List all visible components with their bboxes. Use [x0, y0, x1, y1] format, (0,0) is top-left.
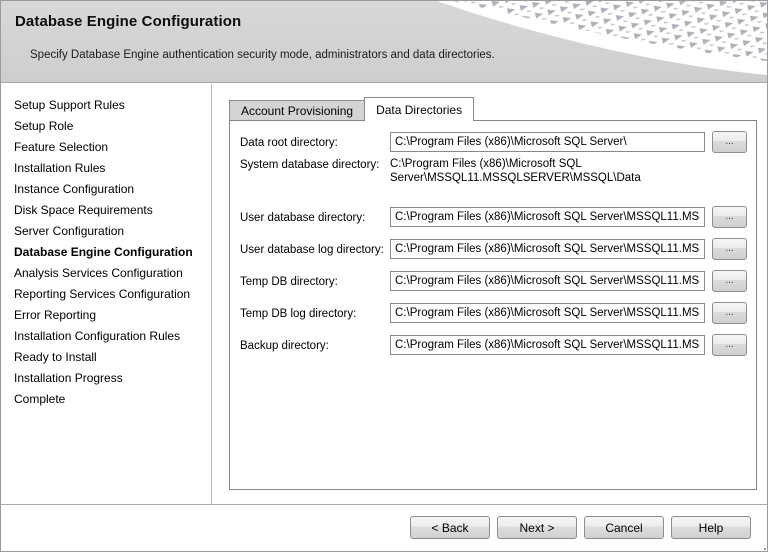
sidebar-item-database-engine-configuration[interactable]: Database Engine Configuration	[14, 242, 207, 263]
page-title: Database Engine Configuration	[15, 13, 242, 30]
sidebar-item-feature-selection[interactable]: Feature Selection	[14, 137, 207, 158]
sidebar-item-disk-space-requirements[interactable]: Disk Space Requirements	[14, 200, 207, 221]
temp-db-log-directory-label: Temp DB log directory:	[240, 308, 357, 320]
user-database-log-directory-label: User database log directory:	[240, 244, 384, 256]
help-button[interactable]: Help	[671, 516, 751, 539]
temp-db-directory-label: Temp DB directory:	[240, 276, 338, 288]
main-content: Account Provisioning Data Directories Dat…	[213, 84, 767, 504]
backup-directory-label: Backup directory:	[240, 340, 329, 352]
header-decoration-pattern	[437, 1, 767, 75]
form-rows: Data root directory:... System database d…	[240, 131, 747, 356]
form-row-user-database-log-directory: User database log directory:...	[240, 238, 747, 260]
sidebar-item-installation-rules[interactable]: Installation Rules	[14, 158, 207, 179]
sidebar-item-error-reporting[interactable]: Error Reporting	[14, 305, 207, 326]
footer-buttons: < Back Next > Cancel Help	[410, 516, 751, 539]
form-row-temp-db-directory: Temp DB directory:...	[240, 270, 747, 292]
cancel-button[interactable]: Cancel	[584, 516, 664, 539]
form-row-user-database-directory: User database directory:...	[240, 206, 747, 228]
sidebar-item-installation-progress[interactable]: Installation Progress	[14, 368, 207, 389]
user-database-directory-label: User database directory:	[240, 212, 366, 224]
sidebar-item-server-configuration[interactable]: Server Configuration	[14, 221, 207, 242]
backup-directory-browse-button[interactable]: ...	[712, 334, 747, 356]
page-subtitle: Specify Database Engine authentication s…	[30, 49, 495, 61]
sidebar-item-ready-to-install[interactable]: Ready to Install	[14, 347, 207, 368]
tab-bar: Account Provisioning Data Directories	[229, 97, 475, 121]
temp-db-log-directory-browse-button[interactable]: ...	[712, 302, 747, 324]
sidebar-item-reporting-services-configuration[interactable]: Reporting Services Configuration	[14, 284, 207, 305]
resize-grip-icon[interactable]	[760, 544, 762, 546]
form-row-backup-directory: Backup directory:...	[240, 334, 747, 356]
tab-data-directories[interactable]: Data Directories	[364, 97, 475, 121]
form-row-system-database-directory: System database directory: C:\Program Fil…	[240, 157, 747, 185]
next-button[interactable]: Next >	[497, 516, 577, 539]
sidebar-item-instance-configuration[interactable]: Instance Configuration	[14, 179, 207, 200]
temp-db-directory-browse-button[interactable]: ...	[712, 270, 747, 292]
sidebar-item-analysis-services-configuration[interactable]: Analysis Services Configuration	[14, 263, 207, 284]
user-database-log-directory-browse-button[interactable]: ...	[712, 238, 747, 260]
temp-db-log-directory-input[interactable]	[390, 303, 705, 323]
tab-panel: Data root directory:... System database d…	[229, 120, 757, 490]
user-database-directory-input[interactable]	[390, 207, 705, 227]
data-root-directory-browse-button[interactable]: ...	[712, 131, 747, 153]
temp-db-directory-input[interactable]	[390, 271, 705, 291]
user-database-directory-browse-button[interactable]: ...	[712, 206, 747, 228]
tab-account-provisioning[interactable]: Account Provisioning	[229, 100, 366, 120]
data-root-directory-input[interactable]	[390, 132, 705, 152]
wizard-header: Database Engine Configuration Specify Da…	[1, 1, 767, 83]
sidebar-item-installation-configuration-rules[interactable]: Installation Configuration Rules	[14, 326, 207, 347]
data-root-directory-label: Data root directory:	[240, 137, 338, 149]
form-row-temp-db-log-directory: Temp DB log directory:...	[240, 302, 747, 324]
system-database-directory-label: System database directory:	[240, 159, 380, 171]
sidebar-item-setup-role[interactable]: Setup Role	[14, 116, 207, 137]
sidebar-item-complete[interactable]: Complete	[14, 389, 207, 410]
user-database-log-directory-input[interactable]	[390, 239, 705, 259]
footer-divider	[1, 504, 767, 505]
sidebar-item-setup-support-rules[interactable]: Setup Support Rules	[14, 95, 207, 116]
backup-directory-input[interactable]	[390, 335, 705, 355]
back-button[interactable]: < Back	[410, 516, 490, 539]
setup-wizard-window: Database Engine Configuration Specify Da…	[0, 0, 768, 552]
form-row-data-root-directory: Data root directory:...	[240, 131, 747, 153]
sidebar-nav: Setup Support Rules Setup Role Feature Sel…	[1, 84, 212, 504]
system-database-directory-value: C:\Program Files (x86)\Microsoft SQL Ser…	[390, 158, 641, 184]
